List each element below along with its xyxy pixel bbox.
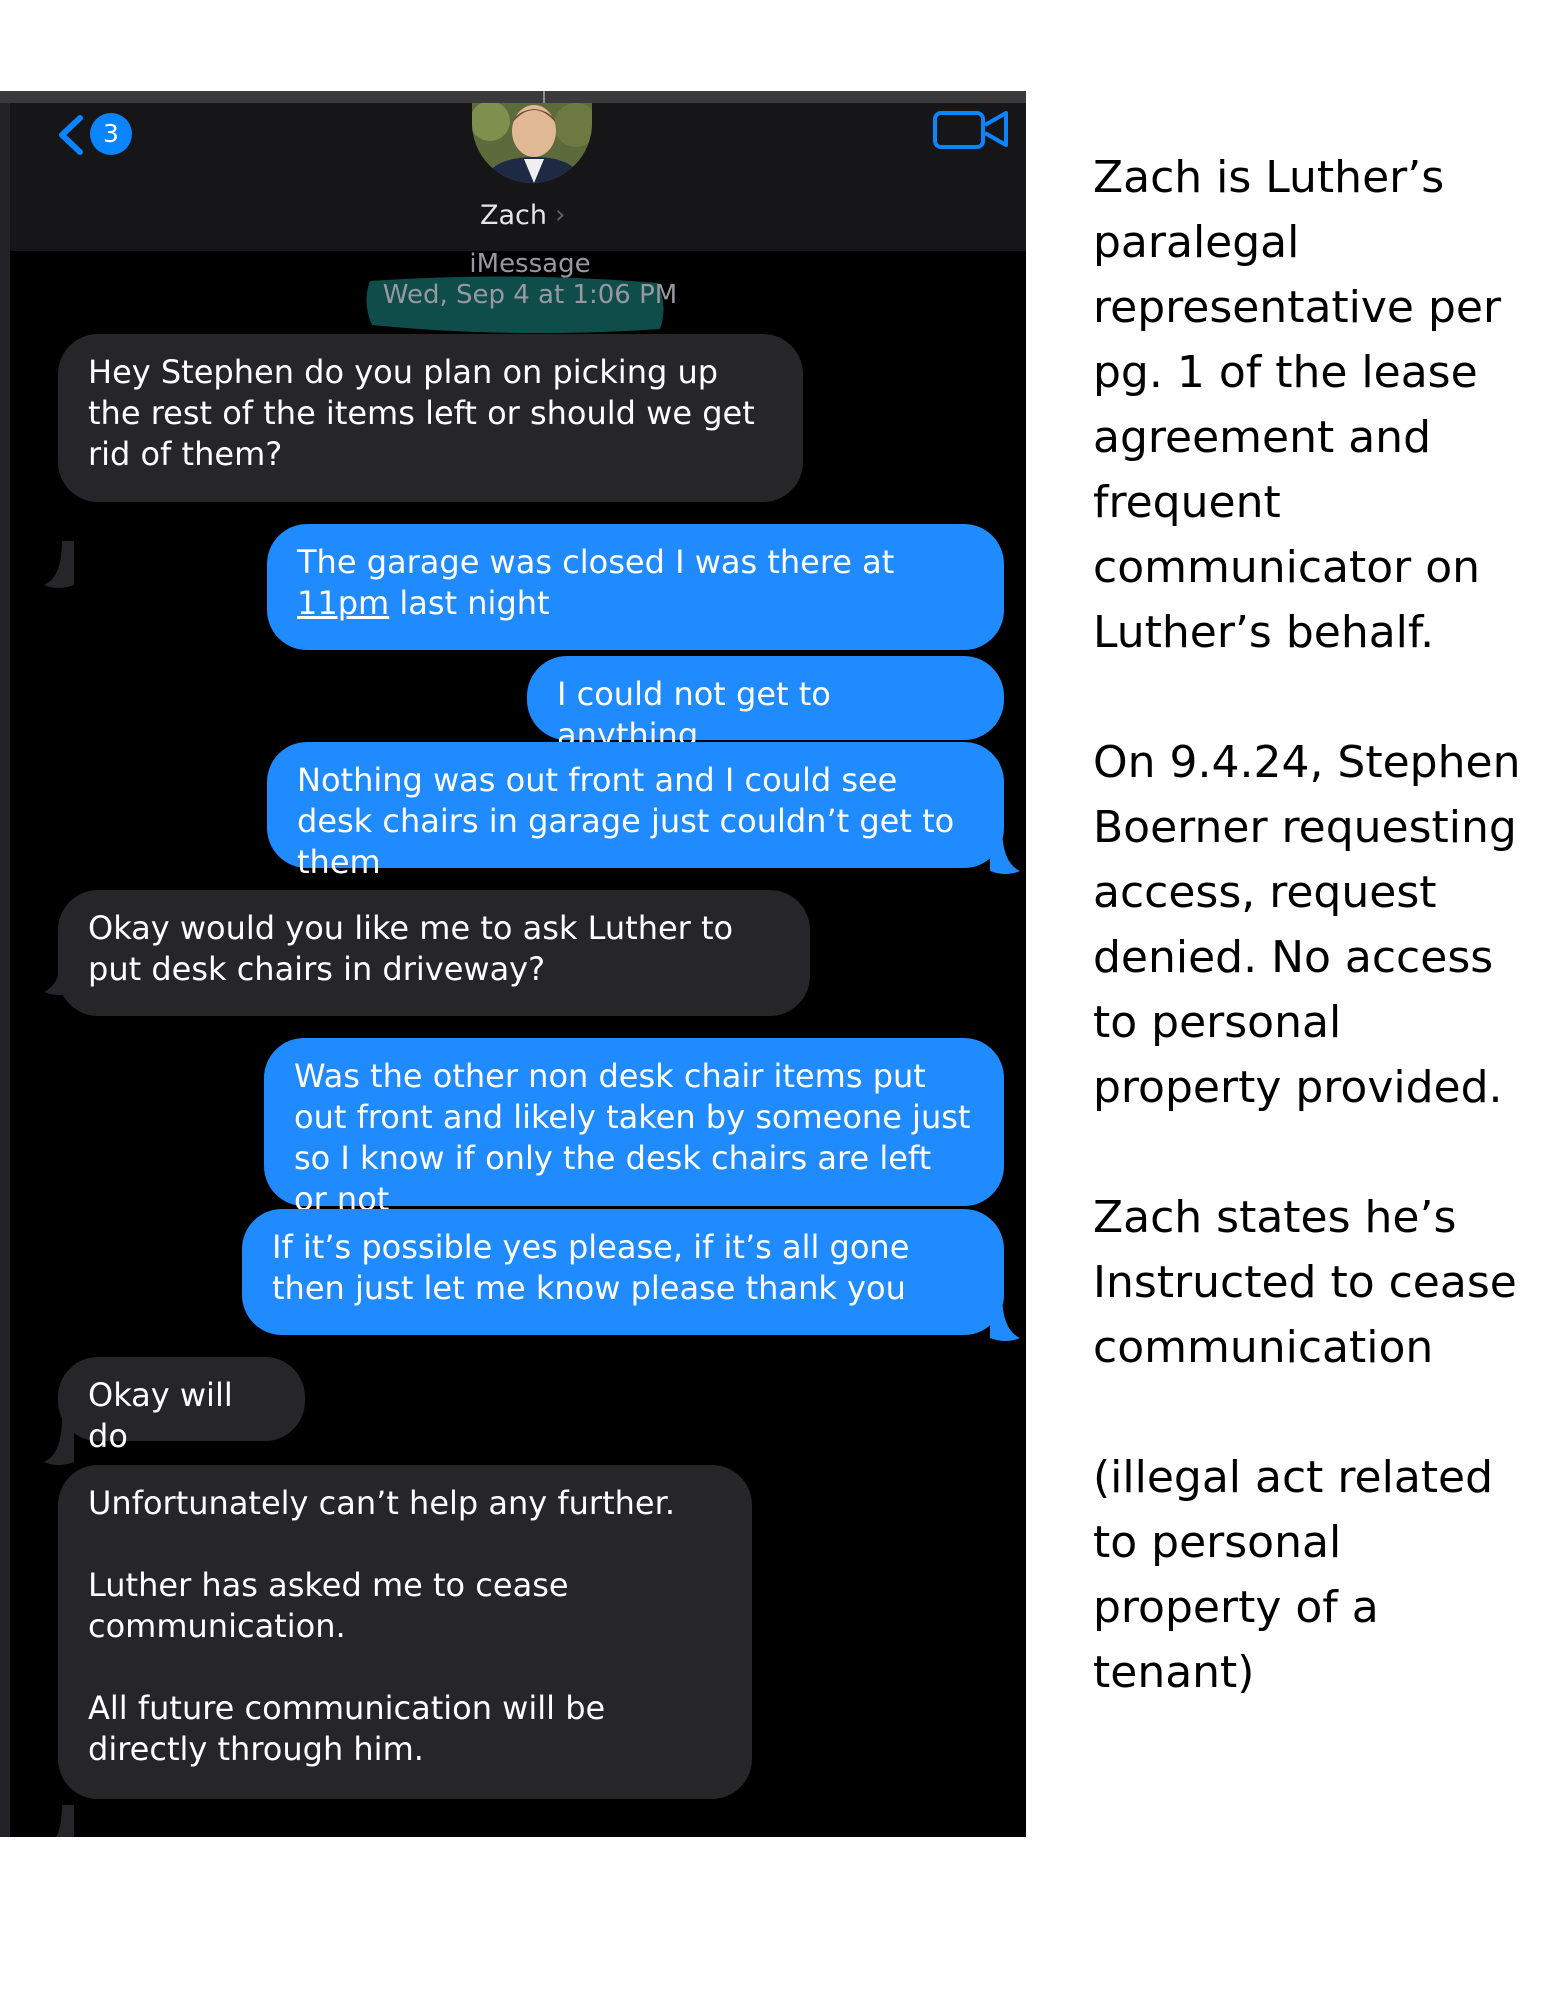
- message-received[interactable]: Hey Stephen do you plan on picking up th…: [58, 334, 803, 502]
- message-sent[interactable]: I could not get to anything: [527, 656, 1004, 754]
- video-camera-icon[interactable]: [932, 107, 1012, 151]
- service-label: iMessage: [469, 249, 591, 279]
- message-text: The garage was closed I was there at: [297, 543, 905, 581]
- avatar[interactable]: [472, 103, 592, 183]
- message-received[interactable]: Unfortunately can’t help any further. Lu…: [58, 1465, 752, 1799]
- annotation-paragraph: Zach states he’s Instructed to cease com…: [1093, 1192, 1531, 1373]
- timestamp: Wed, Sep 4 at 1:06 PM: [382, 280, 678, 310]
- top-edge: [0, 91, 1026, 103]
- message-received[interactable]: Okay would you like me to ask Luther to …: [58, 890, 810, 1016]
- contact-name-button[interactable]: Zach ›: [480, 195, 565, 235]
- back-chevron-icon: [59, 115, 83, 155]
- message-sent[interactable]: The garage was closed I was there at 11p…: [267, 524, 1004, 650]
- contact-name: Zach: [480, 199, 547, 231]
- bubble-tail: [56, 1805, 74, 1837]
- back-button[interactable]: 3: [54, 111, 144, 157]
- chevron-right-icon: ›: [555, 200, 566, 230]
- bubble-tail: [990, 827, 1020, 874]
- message-text: last night: [389, 584, 550, 622]
- unread-count-badge: 3: [90, 113, 132, 155]
- message-sent[interactable]: Nothing was out front and I could see de…: [267, 742, 1004, 881]
- annotation-paragraph: On 9.4.24, Stephen Boerner requesting ac…: [1093, 737, 1535, 1113]
- message-sent[interactable]: If it’s possible yes please, if it’s all…: [242, 1209, 1004, 1335]
- time-link[interactable]: 11pm: [297, 584, 389, 622]
- annotation-paragraph: (illegal act related to personal propert…: [1093, 1452, 1508, 1698]
- messages-screenshot: 3 Zach › iMessage Wed, Sep 4 at 1:06 PM: [0, 91, 1026, 1837]
- message-received[interactable]: Okay will do: [58, 1357, 305, 1455]
- bubble-tail: [990, 1294, 1020, 1341]
- message-sent[interactable]: Was the other non desk chair items put o…: [264, 1038, 1004, 1218]
- conversation-header: 3 Zach ›: [10, 103, 1026, 251]
- annotation-paragraph: Zach is Luther’s paralegal representativ…: [1093, 152, 1516, 658]
- annotation-notes: Zach is Luther’s paralegal representativ…: [1093, 145, 1523, 1770]
- left-edge: [0, 103, 10, 1837]
- bubble-tail: [44, 541, 74, 588]
